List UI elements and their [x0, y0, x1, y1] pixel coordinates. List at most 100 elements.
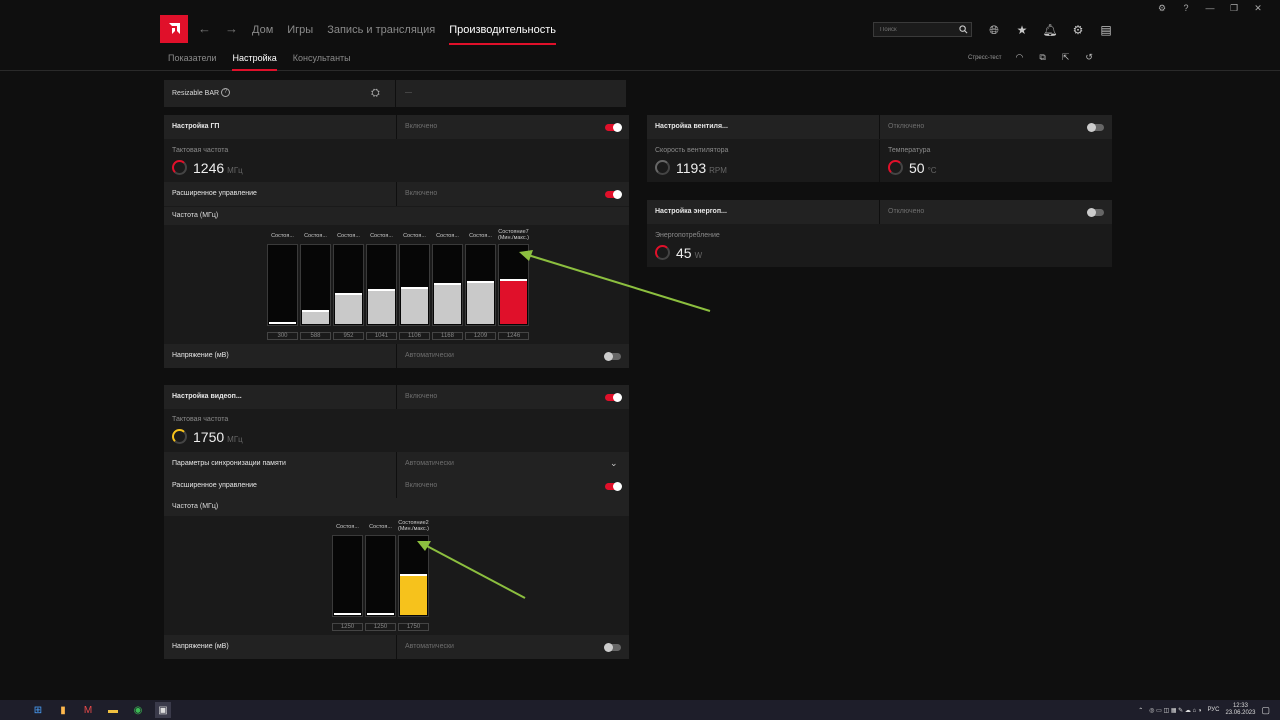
forward-arrow-icon[interactable]: → — [225, 21, 238, 36]
search-icon[interactable] — [959, 25, 968, 34]
help-icon[interactable]: ? — [1174, 2, 1198, 14]
state-bar[interactable] — [332, 535, 363, 617]
chevron-down-icon[interactable]: ⌄ — [610, 458, 618, 469]
state-bar-fill[interactable] — [400, 574, 427, 615]
resizable-bar-value: — — [405, 89, 412, 96]
state-bar[interactable] — [465, 244, 496, 326]
chrome-icon[interactable]: ◉ — [130, 702, 146, 718]
help-icon[interactable]: ? — [221, 88, 230, 97]
tab-tuning[interactable]: Настройка — [232, 53, 278, 71]
nav-games[interactable]: Игры — [287, 24, 313, 36]
state-bar-fill[interactable] — [335, 293, 362, 324]
back-arrow-icon[interactable]: ← — [198, 21, 211, 36]
minimize-button[interactable]: — — [1198, 2, 1222, 14]
nav-record-stream[interactable]: Запись и трансляция — [327, 24, 435, 36]
fan-tuning-toggle[interactable] — [1087, 123, 1104, 132]
state-value[interactable]: 1250 — [332, 623, 363, 631]
vram-clock-label: Тактовая частота — [172, 416, 229, 423]
chip-icon: ⛭ — [371, 87, 380, 99]
resizable-bar-panel: Resizable BAR ? ⛭ — — [164, 80, 626, 107]
gpu-tuning-panel: Настройка ГП Включено Тактовая частота 1… — [164, 115, 629, 368]
notification-icon[interactable]: ▢ — [1261, 705, 1270, 716]
state-label-text: Состоя... — [337, 233, 360, 239]
tray-icons[interactable]: ◎ ▭ ◫ ▦ ✎ ☁ ⌂ ◑ — [1149, 707, 1201, 714]
power-value: 45 — [676, 245, 692, 261]
state-value[interactable]: 952 — [333, 332, 364, 340]
state-bar-fill[interactable] — [467, 281, 494, 324]
state-value[interactable]: 1246 — [498, 332, 529, 340]
clock-time: 12:33 — [1232, 703, 1248, 709]
tab-advisors[interactable]: Консультанты — [293, 53, 351, 63]
stress-test-label[interactable]: Стресс-тест — [968, 55, 1002, 61]
tab-metrics[interactable]: Показатели — [168, 53, 216, 63]
state-value[interactable]: 1750 — [398, 623, 429, 631]
state-bar-fill[interactable] — [368, 289, 395, 324]
state-bar-fill[interactable] — [334, 613, 361, 615]
search-input[interactable] — [880, 26, 950, 33]
maximize-button[interactable]: ❐ — [1222, 2, 1246, 14]
adrenalin-taskbar-icon[interactable]: ▣ — [155, 702, 171, 718]
state-value[interactable]: 1168 — [432, 332, 463, 340]
gpu-advanced-label: Расширенное управление — [172, 190, 257, 197]
gpu-clock-metric: Тактовая частота 1246 МГц — [172, 147, 243, 176]
state-value[interactable]: 1041 — [366, 332, 397, 340]
gpu-advanced-toggle[interactable] — [605, 190, 622, 199]
nav-home[interactable]: Дом — [252, 24, 273, 36]
power-tuning-toggle[interactable] — [1087, 208, 1104, 217]
state-bar[interactable] — [432, 244, 463, 326]
vram-voltage-toggle[interactable] — [604, 643, 621, 652]
temperature-metric: Температура 50 °C — [888, 147, 937, 176]
state-bar[interactable] — [399, 244, 430, 326]
state-bar[interactable] — [366, 244, 397, 326]
vram-advanced-toggle[interactable] — [605, 482, 622, 491]
state-bar-fill[interactable] — [367, 613, 394, 615]
state-value[interactable]: 588 — [300, 332, 331, 340]
state-bar-fill[interactable] — [302, 310, 329, 324]
state-value[interactable]: 300 — [267, 332, 298, 340]
bell-icon[interactable]: 🔔︎ — [1042, 22, 1058, 38]
fan-tuning-status: Отключено — [888, 123, 925, 130]
keyboard-language[interactable]: РУС — [1207, 707, 1219, 713]
amd-logo[interactable] — [160, 15, 188, 43]
reset-icon[interactable]: ↺ — [1085, 52, 1093, 63]
settings-icon[interactable]: ⚙ — [1150, 2, 1174, 14]
vram-tuning-toggle[interactable] — [605, 393, 622, 402]
gauge-icon[interactable]: ◠ — [1016, 52, 1024, 63]
state-bar[interactable] — [267, 244, 298, 326]
app-icon[interactable]: ▮ — [55, 702, 71, 718]
power-tuning-panel: Настройка энергоп... Отключено Энергопот… — [647, 200, 1112, 267]
search-box[interactable] — [873, 22, 972, 37]
state-bar[interactable] — [333, 244, 364, 326]
folder-icon[interactable]: ▬ — [105, 702, 121, 718]
panel-icon[interactable]: ▤ — [1098, 22, 1114, 38]
export-icon[interactable]: ⇱ — [1062, 52, 1070, 63]
globe-icon[interactable]: 🌐︎ — [986, 22, 1002, 38]
power-tuning-status: Отключено — [888, 208, 925, 215]
clock[interactable]: 12:33 23.06.2023 — [1225, 703, 1255, 717]
state-bar[interactable] — [300, 244, 331, 326]
close-button[interactable]: ✕ — [1246, 2, 1270, 14]
windows-start-icon[interactable]: ⊞ — [30, 702, 46, 718]
state-bar-fill[interactable] — [269, 322, 296, 324]
gmail-icon[interactable]: M — [80, 702, 96, 718]
top-navigation: ← → Дом Игры Запись и трансляция Произво… — [160, 15, 1120, 45]
state-value[interactable]: 1209 — [465, 332, 496, 340]
state-bar[interactable] — [498, 244, 529, 326]
state-bar[interactable] — [365, 535, 396, 617]
top-icons: 🌐︎ ★ 🔔︎ ⚙ ▤ — [986, 22, 1114, 38]
gpu-tuning-toggle[interactable] — [605, 123, 622, 132]
state-label-text: Состоя... — [469, 233, 492, 239]
star-icon[interactable]: ★ — [1014, 22, 1030, 38]
nav-performance[interactable]: Производительность — [449, 24, 556, 45]
import-icon[interactable]: ⧉ — [1039, 52, 1045, 63]
vram-tuning-title: Настройка видеоп... — [172, 393, 242, 400]
state-bar-fill[interactable] — [434, 283, 461, 324]
state-value[interactable]: 1250 — [365, 623, 396, 631]
state-value[interactable]: 1106 — [399, 332, 430, 340]
state-bar-fill[interactable] — [500, 279, 527, 324]
gpu-voltage-toggle[interactable] — [604, 352, 621, 361]
state-bar[interactable] — [398, 535, 429, 617]
state-bar-fill[interactable] — [401, 287, 428, 324]
gear-icon[interactable]: ⚙ — [1070, 22, 1086, 38]
chevron-up-icon[interactable]: ⌃ — [1138, 707, 1143, 714]
